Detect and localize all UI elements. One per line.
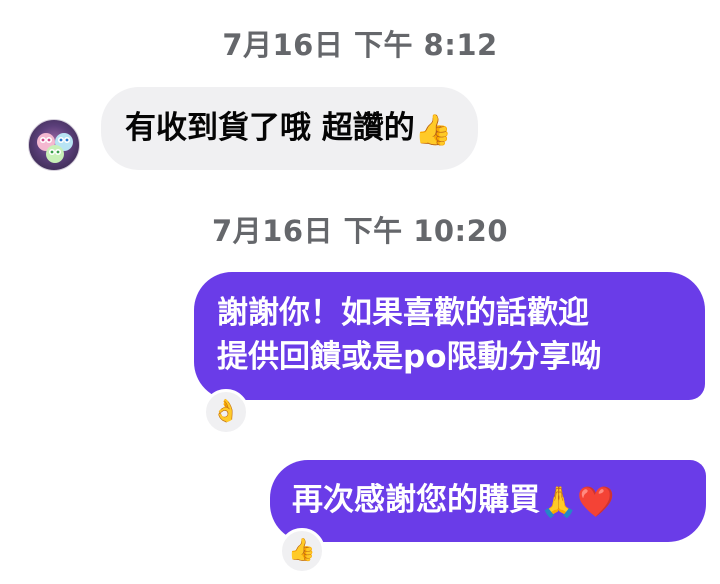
thumbs-up-icon: 👍 — [414, 113, 453, 148]
timestamp: 7月16日 下午 10:20 — [211, 214, 509, 248]
incoming-message[interactable]: 有收到貨了哦 超讚的👍 — [101, 87, 479, 170]
red-heart-icon: ❤️ — [577, 485, 615, 520]
message-text: 再次感謝您的購買 — [292, 482, 540, 518]
avatar-image — [37, 133, 73, 163]
message-text: 有收到貨了哦 超讚的 — [125, 110, 415, 146]
message-text-line: 謝謝你！如果喜歡的話歡迎 — [217, 295, 589, 331]
folded-hands-icon: 🙏 — [540, 485, 578, 520]
outgoing-message[interactable]: 再次感謝您的購買🙏❤️ — [270, 460, 706, 542]
timestamp: 7月16日 下午 8:12 — [222, 28, 498, 62]
message-text-line: 提供回饋或是po限動分享呦 — [217, 339, 602, 375]
chat-thread: 7月16日 下午 8:12 有收到貨了哦 超讚的👍 7月16日 下午 10:20… — [0, 0, 720, 584]
outgoing-message[interactable]: 謝謝你！如果喜歡的話歡迎 提供回饋或是po限動分享呦 — [194, 272, 705, 400]
contact-avatar[interactable] — [28, 119, 80, 171]
thumbs-up-reaction-icon[interactable]: 👍 — [279, 528, 325, 574]
ok-hand-reaction-icon[interactable]: 👌 — [203, 389, 249, 435]
